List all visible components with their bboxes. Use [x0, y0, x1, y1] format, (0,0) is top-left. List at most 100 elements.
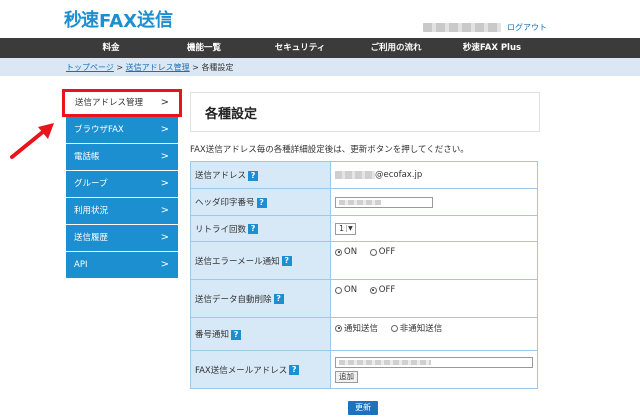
help-icon[interactable]: ?: [289, 365, 300, 375]
radio-label: ON: [344, 247, 358, 257]
row-label-cell: 番号通知?: [190, 317, 331, 351]
chevron-right-icon: >: [160, 97, 169, 108]
radio-option-no-notify[interactable]: 非通知送信: [390, 322, 453, 334]
logo-fax: FAX: [99, 11, 138, 32]
radio-option-off[interactable]: OFF: [369, 247, 405, 258]
sidebar-item-label: 電話帳: [74, 152, 100, 162]
radio-label: ON: [344, 285, 358, 295]
update-button[interactable]: 更新: [348, 401, 378, 415]
radio-button[interactable]: [369, 248, 377, 256]
sidebar-item-label: ブラウザFAX: [74, 125, 124, 135]
input-redacted: [339, 199, 381, 205]
chevron-right-icon: >: [160, 124, 169, 135]
row-label: FAX送信メールアドレス: [195, 365, 288, 376]
radio-button[interactable]: [369, 286, 377, 294]
help-icon[interactable]: ?: [231, 329, 242, 340]
row-label: 送信アドレス: [195, 171, 247, 181]
row-label-cell: ヘッダ印字番号?: [190, 188, 331, 216]
breadcrumb-current: 各種設定: [201, 63, 234, 72]
breadcrumb-address-link[interactable]: 送信アドレス管理: [126, 63, 190, 72]
retry-count-select[interactable]: 1 ▼: [335, 222, 356, 235]
row-value-cell: [330, 188, 538, 216]
radio-option-on[interactable]: ON: [335, 247, 367, 258]
row-label: 送信エラーメール通知: [195, 256, 280, 267]
sidebar-item-phonebook[interactable]: 電話帳 >: [66, 144, 178, 171]
input-redacted: [339, 359, 431, 365]
sidebar-item-address-management[interactable]: 送信アドレス管理 >: [62, 89, 182, 117]
annotation-arrow-icon: [10, 123, 54, 159]
breadcrumb-top-link[interactable]: トップページ: [66, 63, 114, 72]
nav-item-security[interactable]: セキュリティ: [252, 38, 348, 58]
site-header: 秒速 FAX 送信 ログアウト: [0, 0, 640, 38]
radio-button[interactable]: [335, 324, 342, 332]
row-value-cell: 追加: [330, 350, 538, 389]
table-row: 番号通知? 通知送信 非通知送信: [190, 317, 538, 351]
row-value-cell: @ecofax.jp: [330, 161, 538, 189]
nav-item-plus[interactable]: 秒速FAX Plus: [444, 38, 540, 58]
table-row: FAX送信メールアドレス? 追加: [190, 350, 538, 389]
help-icon[interactable]: ?: [273, 294, 284, 304]
radio-button[interactable]: [335, 286, 342, 294]
radio-button[interactable]: [335, 248, 342, 256]
sidebar-item-label: 送信アドレス管理: [75, 98, 144, 108]
chevron-right-icon: >: [160, 178, 169, 189]
logout-link[interactable]: ログアウト: [507, 22, 547, 33]
intro-text: FAX送信アドレス毎の各種詳細設定後は、更新ボタンを押してください。: [190, 145, 469, 155]
radio-label: OFF: [378, 247, 396, 257]
page-title-box: 各種設定: [190, 92, 540, 132]
table-row: 送信エラーメール通知? ON OFF: [190, 241, 538, 280]
nav-item-flow[interactable]: ご利用の流れ: [348, 38, 444, 58]
radio-option-on[interactable]: ON: [335, 285, 367, 296]
settings-table: 送信アドレス? @ecofax.jp ヘッダ印字番号? リトライ回数? 1 ▼ 送…: [190, 161, 538, 389]
nav-item-pricing[interactable]: 料金: [66, 38, 156, 58]
row-label: ヘッダ印字番号: [195, 198, 255, 208]
help-icon[interactable]: ?: [281, 256, 292, 266]
row-label-cell: 送信アドレス?: [190, 161, 331, 189]
radio-label: 非通知送信: [399, 324, 443, 334]
sidebar-item-browser-fax[interactable]: ブラウザFAX >: [66, 117, 178, 144]
nav-item-features[interactable]: 機能一覧: [156, 38, 252, 58]
row-label-cell: リトライ回数?: [190, 215, 331, 242]
sidebar-item-group[interactable]: グループ >: [66, 171, 178, 198]
row-label-cell: FAX送信メールアドレス?: [190, 350, 331, 389]
radio-button[interactable]: [390, 324, 398, 332]
address-domain: @ecofax.jp: [375, 170, 423, 180]
logo-suffix: 送信: [137, 10, 174, 31]
page-title: 各種設定: [205, 107, 258, 122]
help-icon[interactable]: ?: [248, 224, 259, 234]
row-label-cell: 送信エラーメール通知?: [190, 241, 331, 280]
table-row: 送信データ自動削除? ON OFF: [190, 279, 538, 318]
chevron-right-icon: >: [160, 232, 169, 243]
sidebar-item-history[interactable]: 送信履歴 >: [66, 225, 178, 252]
table-row: ヘッダ印字番号?: [190, 188, 538, 216]
add-button[interactable]: 追加: [335, 370, 358, 383]
logo-prefix: 秒速: [64, 10, 99, 31]
fax-mail-address-input[interactable]: [335, 356, 533, 368]
chevron-down-icon: ▼: [346, 225, 353, 232]
global-nav: 料金 機能一覧 セキュリティ ご利用の流れ 秒速FAX Plus: [0, 38, 640, 58]
address-redacted: [335, 170, 375, 179]
row-value-cell: ON OFF: [330, 279, 538, 318]
radio-option-off[interactable]: OFF: [369, 285, 405, 296]
radio-label: 通知送信: [344, 324, 379, 334]
header-number-input[interactable]: [335, 196, 433, 208]
row-label: 番号通知: [195, 330, 230, 340]
help-icon[interactable]: ?: [256, 197, 267, 208]
sidebar-item-api[interactable]: API >: [66, 252, 178, 279]
breadcrumb: トップページ > 送信アドレス管理 > 各種設定: [66, 62, 233, 73]
sidebar-item-usage[interactable]: 利用状況 >: [66, 198, 178, 225]
help-icon[interactable]: ?: [248, 170, 259, 181]
row-label-cell: 送信データ自動削除?: [190, 279, 331, 318]
site-logo[interactable]: 秒速 FAX 送信: [64, 8, 173, 32]
row-value-cell: 通知送信 非通知送信: [330, 317, 538, 351]
row-value-cell: ON OFF: [330, 241, 538, 280]
row-value-cell: 1 ▼: [330, 215, 538, 242]
sidebar-item-label: 利用状況: [74, 206, 109, 216]
chevron-right-icon: >: [160, 259, 169, 270]
user-id-redacted: [423, 23, 501, 32]
chevron-right-icon: >: [160, 151, 169, 162]
sidebar-item-label: API: [74, 260, 88, 270]
table-row: リトライ回数? 1 ▼: [190, 215, 538, 242]
radio-option-notify[interactable]: 通知送信: [335, 322, 388, 334]
table-row: 送信アドレス? @ecofax.jp: [190, 161, 538, 189]
